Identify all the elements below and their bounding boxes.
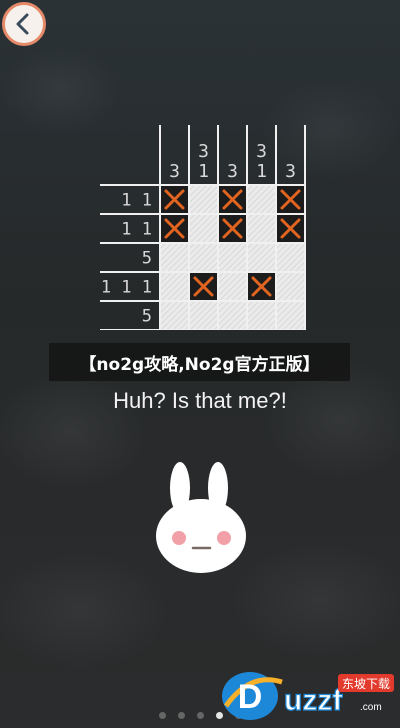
- column-clue: 3: [285, 161, 296, 182]
- title-banner: 【no2g攻略,No2g官方正版】: [49, 343, 350, 381]
- column-clue: 3: [169, 161, 180, 182]
- chevron-left-icon: [16, 13, 29, 35]
- row-clue: 5: [142, 307, 152, 327]
- svg-text:D: D: [238, 678, 263, 716]
- row-clues: 1 1 1 1 5 1 1 1 5: [101, 191, 152, 327]
- page-dot[interactable]: [196, 711, 204, 719]
- svg-text:uzzf: uzzf: [284, 684, 343, 717]
- nonogram-grid: 331 331 3 1 11 151 1 15: [100, 125, 306, 331]
- column-clue: 3: [198, 141, 209, 162]
- row-clue: 1 1 1: [101, 278, 152, 298]
- column-clue: 1: [198, 161, 209, 182]
- svg-text:.com: .com: [360, 702, 382, 713]
- watermark-label: 东坡下载: [342, 677, 390, 691]
- nonogram-puzzle: 3313313 1 11 151 1 15: [100, 125, 310, 331]
- bunny-right-cheek: [217, 531, 231, 545]
- row-clue: 1 1: [121, 191, 152, 211]
- dialogue-caption: Huh? Is that me?!: [113, 388, 287, 413]
- back-button[interactable]: [2, 2, 46, 46]
- column-clue: 3: [256, 141, 267, 162]
- bunny-character: [156, 462, 246, 573]
- grid-cells: [159, 184, 306, 331]
- page-dot[interactable]: [177, 711, 185, 719]
- watermark-logo: D uzzf 东坡下载 .com: [218, 660, 398, 724]
- row-clue: 5: [142, 249, 152, 269]
- bunny-left-cheek: [172, 531, 186, 545]
- column-clue: 1: [256, 161, 267, 182]
- page-dot[interactable]: [158, 711, 166, 719]
- row-clue: 1 1: [121, 220, 152, 240]
- column-clue: 3: [227, 161, 238, 182]
